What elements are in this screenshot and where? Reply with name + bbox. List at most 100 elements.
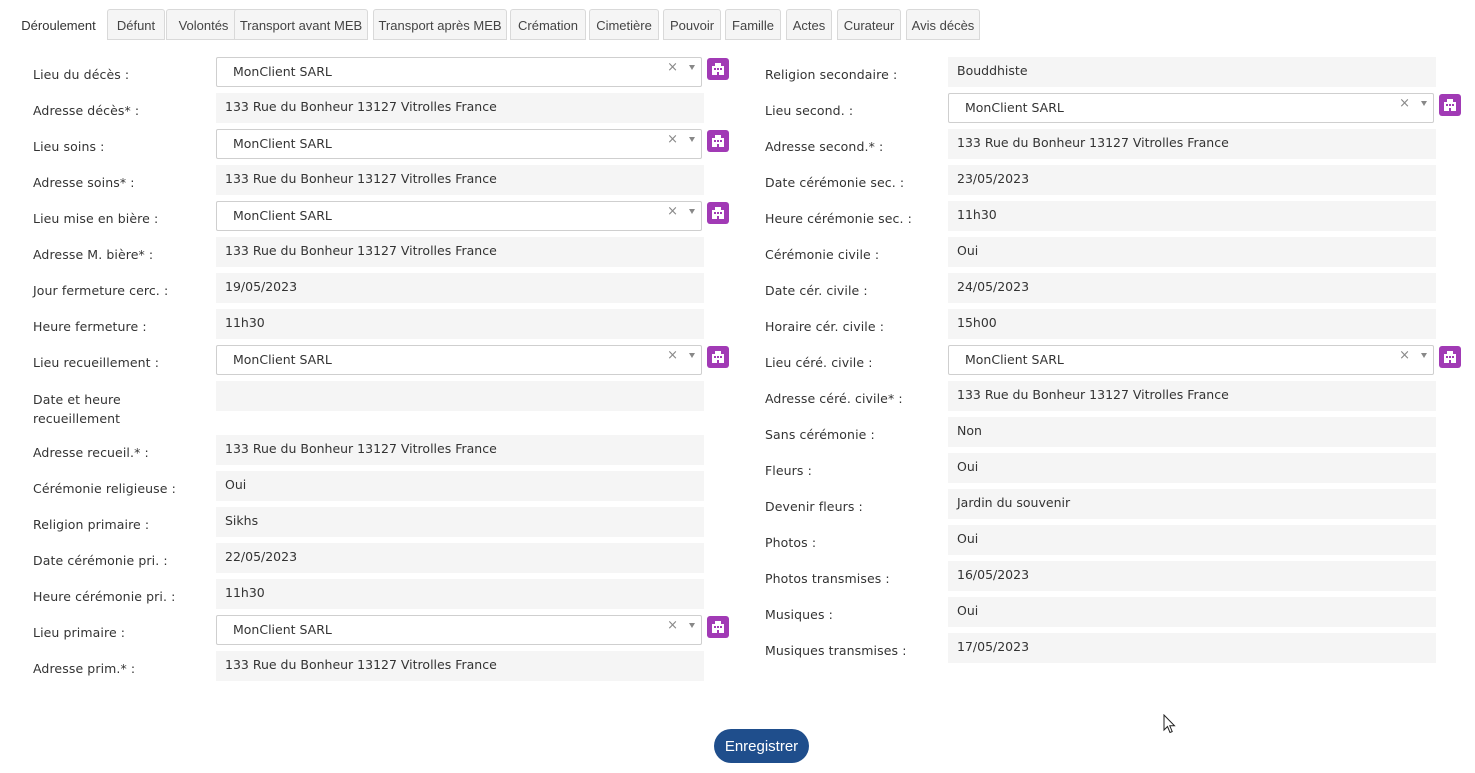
religion-primaire-field[interactable]: Sikhs bbox=[216, 507, 704, 537]
field-label: Fleurs : bbox=[765, 463, 812, 478]
tab-defunt[interactable]: Défunt bbox=[107, 9, 165, 40]
clear-icon[interactable]: × bbox=[1399, 94, 1410, 114]
chevron-down-icon[interactable] bbox=[689, 209, 695, 214]
chevron-down-icon[interactable] bbox=[689, 65, 695, 70]
field-label: Heure fermeture : bbox=[33, 319, 147, 334]
ceremonie-religieuse-field[interactable]: Oui bbox=[216, 471, 704, 501]
chevron-down-icon[interactable] bbox=[689, 137, 695, 142]
adresse-soins-field[interactable]: 133 Rue du Bonheur 13127 Vitrolles Franc… bbox=[216, 165, 704, 195]
field-label: Photos : bbox=[765, 535, 817, 550]
building-icon[interactable] bbox=[1439, 94, 1461, 116]
field-label: Lieu céré. civile : bbox=[765, 355, 873, 370]
photos-field[interactable]: Oui bbox=[948, 525, 1436, 555]
field-label: Religion primaire : bbox=[33, 517, 150, 532]
lieu-second-select[interactable]: MonClient SARL × bbox=[948, 93, 1434, 123]
select-value: MonClient SARL bbox=[233, 352, 332, 367]
building-icon[interactable] bbox=[707, 202, 729, 224]
tab-volontes[interactable]: Volontés bbox=[166, 9, 241, 40]
tab-transport-apres-meb[interactable]: Transport après MEB bbox=[373, 9, 507, 40]
date-ceremonie-pri-field[interactable]: 22/05/2023 bbox=[216, 543, 704, 573]
date-ceremonie-sec-field[interactable]: 23/05/2023 bbox=[948, 165, 1436, 195]
chevron-down-icon[interactable] bbox=[1421, 101, 1427, 106]
building-icon[interactable] bbox=[707, 346, 729, 368]
religion-secondaire-field[interactable]: Bouddhiste bbox=[948, 57, 1436, 87]
field-label: Lieu recueillement : bbox=[33, 355, 160, 370]
tab-transport-avant-meb[interactable]: Transport avant MEB bbox=[234, 9, 368, 40]
clear-icon[interactable]: × bbox=[667, 616, 678, 636]
field-label: Adresse second.* : bbox=[765, 139, 884, 154]
tab-curateur[interactable]: Curateur bbox=[837, 9, 901, 40]
mouse-cursor-icon bbox=[1163, 713, 1176, 738]
chevron-down-icon[interactable] bbox=[689, 623, 695, 628]
adresse-m-biere-field[interactable]: 133 Rue du Bonheur 13127 Vitrolles Franc… bbox=[216, 237, 704, 267]
field-label: Devenir fleurs : bbox=[765, 499, 863, 514]
ceremonie-civile-field[interactable]: Oui bbox=[948, 237, 1436, 267]
lieu-cere-civile-select[interactable]: MonClient SARL × bbox=[948, 345, 1434, 375]
field-label: Musiques : bbox=[765, 607, 833, 622]
tab-cremation[interactable]: Crémation bbox=[510, 9, 586, 40]
adresse-recueil-field[interactable]: 133 Rue du Bonheur 13127 Vitrolles Franc… bbox=[216, 435, 704, 465]
tab-famille[interactable]: Famille bbox=[725, 9, 781, 40]
field-label: Musiques transmises : bbox=[765, 643, 907, 658]
building-icon[interactable] bbox=[707, 130, 729, 152]
chevron-down-icon[interactable] bbox=[1421, 353, 1427, 358]
tab-pouvoir[interactable]: Pouvoir bbox=[663, 9, 721, 40]
field-label: Horaire cér. civile : bbox=[765, 319, 885, 334]
field-label: Religion secondaire : bbox=[765, 67, 898, 82]
field-label: Date et heure recueillement bbox=[33, 392, 121, 426]
field-label: Lieu du décès : bbox=[33, 67, 130, 82]
photos-transmises-field[interactable]: 16/05/2023 bbox=[948, 561, 1436, 591]
building-icon[interactable] bbox=[1439, 346, 1461, 368]
field-label: Date cér. civile : bbox=[765, 283, 868, 298]
field-label: Lieu second. : bbox=[765, 103, 854, 118]
field-label: Lieu primaire : bbox=[33, 625, 126, 640]
field-label: Adresse céré. civile* : bbox=[765, 391, 903, 406]
sans-ceremonie-field[interactable]: Non bbox=[948, 417, 1436, 447]
clear-icon[interactable]: × bbox=[1399, 346, 1410, 366]
tab-actes[interactable]: Actes bbox=[786, 9, 832, 40]
lieu-recueillement-select[interactable]: MonClient SARL × bbox=[216, 345, 702, 375]
tab-cimetiere[interactable]: Cimetière bbox=[589, 9, 659, 40]
field-label: Adresse prim.* : bbox=[33, 661, 136, 676]
field-label: Lieu soins : bbox=[33, 139, 105, 154]
clear-icon[interactable]: × bbox=[667, 346, 678, 366]
select-value: MonClient SARL bbox=[233, 64, 332, 79]
fleurs-field[interactable]: Oui bbox=[948, 453, 1436, 483]
field-label: Sans cérémonie : bbox=[765, 427, 875, 442]
field-label: Photos transmises : bbox=[765, 571, 890, 586]
devenir-fleurs-field[interactable]: Jardin du souvenir bbox=[948, 489, 1436, 519]
field-label: Adresse soins* : bbox=[33, 175, 135, 190]
horaire-cer-civile-field[interactable]: 15h00 bbox=[948, 309, 1436, 339]
clear-icon[interactable]: × bbox=[667, 58, 678, 78]
field-label: Heure cérémonie pri. : bbox=[33, 589, 176, 604]
date-heure-recueillement-field[interactable] bbox=[216, 381, 704, 411]
adresse-second-field[interactable]: 133 Rue du Bonheur 13127 Vitrolles Franc… bbox=[948, 129, 1436, 159]
heure-fermeture-field[interactable]: 11h30 bbox=[216, 309, 704, 339]
tab-bar: Déroulement Défunt Volontés Transport av… bbox=[11, 9, 1475, 41]
clear-icon[interactable]: × bbox=[667, 130, 678, 150]
field-label: Date cérémonie sec. : bbox=[765, 175, 905, 190]
musiques-field[interactable]: Oui bbox=[948, 597, 1436, 627]
field-label: Cérémonie religieuse : bbox=[33, 481, 176, 496]
jour-fermeture-field[interactable]: 19/05/2023 bbox=[216, 273, 704, 303]
lieu-soins-select[interactable]: MonClient SARL × bbox=[216, 129, 702, 159]
tab-deroulement[interactable]: Déroulement bbox=[11, 9, 106, 40]
adresse-prim-field[interactable]: 133 Rue du Bonheur 13127 Vitrolles Franc… bbox=[216, 651, 704, 681]
tab-avis-deces[interactable]: Avis décès bbox=[906, 9, 980, 40]
adresse-cere-civile-field[interactable]: 133 Rue du Bonheur 13127 Vitrolles Franc… bbox=[948, 381, 1436, 411]
select-value: MonClient SARL bbox=[233, 208, 332, 223]
musiques-transmises-field[interactable]: 17/05/2023 bbox=[948, 633, 1436, 663]
building-icon[interactable] bbox=[707, 616, 729, 638]
adresse-deces-field[interactable]: 133 Rue du Bonheur 13127 Vitrolles Franc… bbox=[216, 93, 704, 123]
heure-ceremonie-sec-field[interactable]: 11h30 bbox=[948, 201, 1436, 231]
heure-ceremonie-pri-field[interactable]: 11h30 bbox=[216, 579, 704, 609]
date-cer-civile-field[interactable]: 24/05/2023 bbox=[948, 273, 1436, 303]
clear-icon[interactable]: × bbox=[667, 202, 678, 222]
chevron-down-icon[interactable] bbox=[689, 353, 695, 358]
field-label: Adresse décès* : bbox=[33, 103, 140, 118]
save-button[interactable]: Enregistrer bbox=[714, 729, 809, 763]
lieu-mise-biere-select[interactable]: MonClient SARL × bbox=[216, 201, 702, 231]
lieu-primaire-select[interactable]: MonClient SARL × bbox=[216, 615, 702, 645]
building-icon[interactable] bbox=[707, 58, 729, 80]
lieu-deces-select[interactable]: MonClient SARL × bbox=[216, 57, 702, 87]
